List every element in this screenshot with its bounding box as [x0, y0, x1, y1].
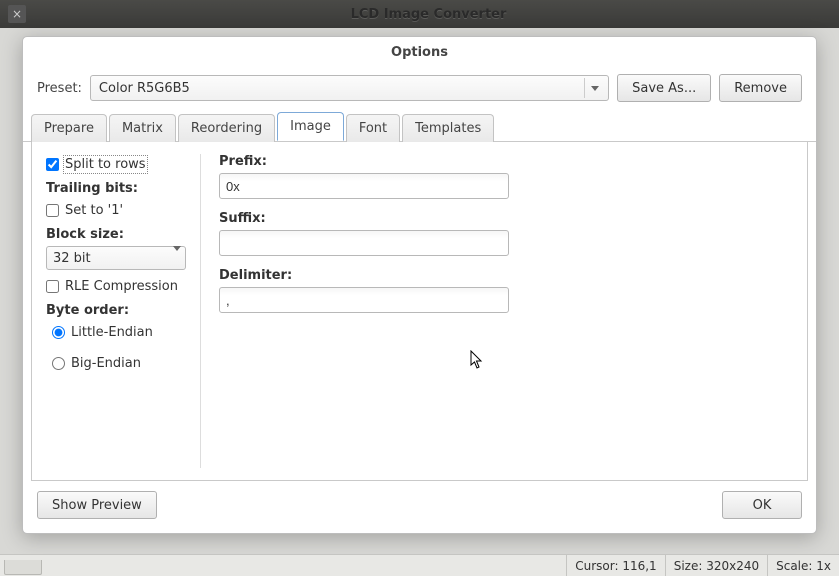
preset-row: Preset: Color R5G6B5 Save As... Remove: [23, 66, 816, 112]
statusbar-grip: [4, 560, 42, 575]
chevron-down-icon: [584, 78, 604, 98]
preset-dropdown[interactable]: Color R5G6B5: [90, 75, 609, 101]
rle-label: RLE Compression: [65, 279, 178, 294]
close-icon: ×: [12, 7, 22, 21]
little-endian-radio[interactable]: Little-Endian: [46, 322, 188, 343]
tab-templates[interactable]: Templates: [402, 114, 494, 142]
status-cursor: Cursor: 116,1: [566, 555, 664, 576]
chevron-down-icon: [173, 251, 181, 266]
status-size: Size: 320x240: [665, 555, 767, 576]
prefix-label: Prefix:: [219, 154, 519, 169]
ok-button[interactable]: OK: [722, 491, 802, 519]
tab-prepare[interactable]: Prepare: [31, 114, 107, 142]
set-to-1-label: Set to '1': [65, 203, 123, 218]
prefix-input[interactable]: [219, 173, 509, 199]
preset-value: Color R5G6B5: [99, 81, 190, 96]
block-size-value: 32 bit: [53, 251, 91, 266]
block-size-label: Block size:: [46, 227, 188, 242]
set-to-1-input[interactable]: [46, 204, 59, 217]
big-endian-label: Big-Endian: [71, 356, 141, 371]
tab-matrix[interactable]: Matrix: [109, 114, 176, 142]
save-as-button[interactable]: Save As...: [617, 74, 711, 102]
block-size-dropdown[interactable]: 32 bit: [46, 246, 186, 270]
big-endian-radio[interactable]: Big-Endian: [46, 353, 188, 374]
suffix-input[interactable]: [219, 230, 509, 256]
image-right-column: Prefix: Suffix: Delimiter:: [219, 154, 519, 468]
dialog-title: Options: [23, 37, 816, 66]
dialog-footer: Show Preview OK: [23, 491, 816, 533]
titlebar: × LCD Image Converter: [0, 0, 839, 28]
tab-font[interactable]: Font: [346, 114, 400, 142]
set-to-1-checkbox[interactable]: Set to '1': [46, 200, 188, 221]
preset-label: Preset:: [37, 81, 82, 96]
trailing-bits-label: Trailing bits:: [46, 181, 188, 196]
tab-image[interactable]: Image: [277, 112, 344, 141]
delimiter-label: Delimiter:: [219, 268, 519, 283]
rle-input[interactable]: [46, 280, 59, 293]
remove-button[interactable]: Remove: [719, 74, 802, 102]
window-close-button[interactable]: ×: [8, 5, 26, 23]
little-endian-label: Little-Endian: [71, 325, 153, 340]
tab-content-image: Split to rows Trailing bits: Set to '1' …: [31, 142, 808, 481]
status-scale: Scale: 1x: [767, 555, 839, 576]
show-preview-button[interactable]: Show Preview: [37, 491, 157, 519]
suffix-label: Suffix:: [219, 211, 519, 226]
delimiter-input[interactable]: [219, 287, 509, 313]
statusbar: Cursor: 116,1 Size: 320x240 Scale: 1x: [0, 554, 839, 576]
split-rows-checkbox[interactable]: Split to rows: [46, 154, 188, 175]
statusbar-spacer: [0, 555, 566, 576]
options-dialog: Options Preset: Color R5G6B5 Save As... …: [22, 36, 817, 534]
big-endian-input[interactable]: [52, 357, 65, 370]
window-title: LCD Image Converter: [26, 7, 831, 22]
tabbar: Prepare Matrix Reordering Image Font Tem…: [23, 112, 816, 142]
byte-order-label: Byte order:: [46, 303, 188, 318]
tab-reordering[interactable]: Reordering: [178, 114, 275, 142]
rle-checkbox[interactable]: RLE Compression: [46, 276, 188, 297]
split-rows-input[interactable]: [46, 158, 59, 171]
image-left-column: Split to rows Trailing bits: Set to '1' …: [46, 154, 201, 468]
little-endian-input[interactable]: [52, 326, 65, 339]
split-rows-label: Split to rows: [65, 157, 146, 172]
